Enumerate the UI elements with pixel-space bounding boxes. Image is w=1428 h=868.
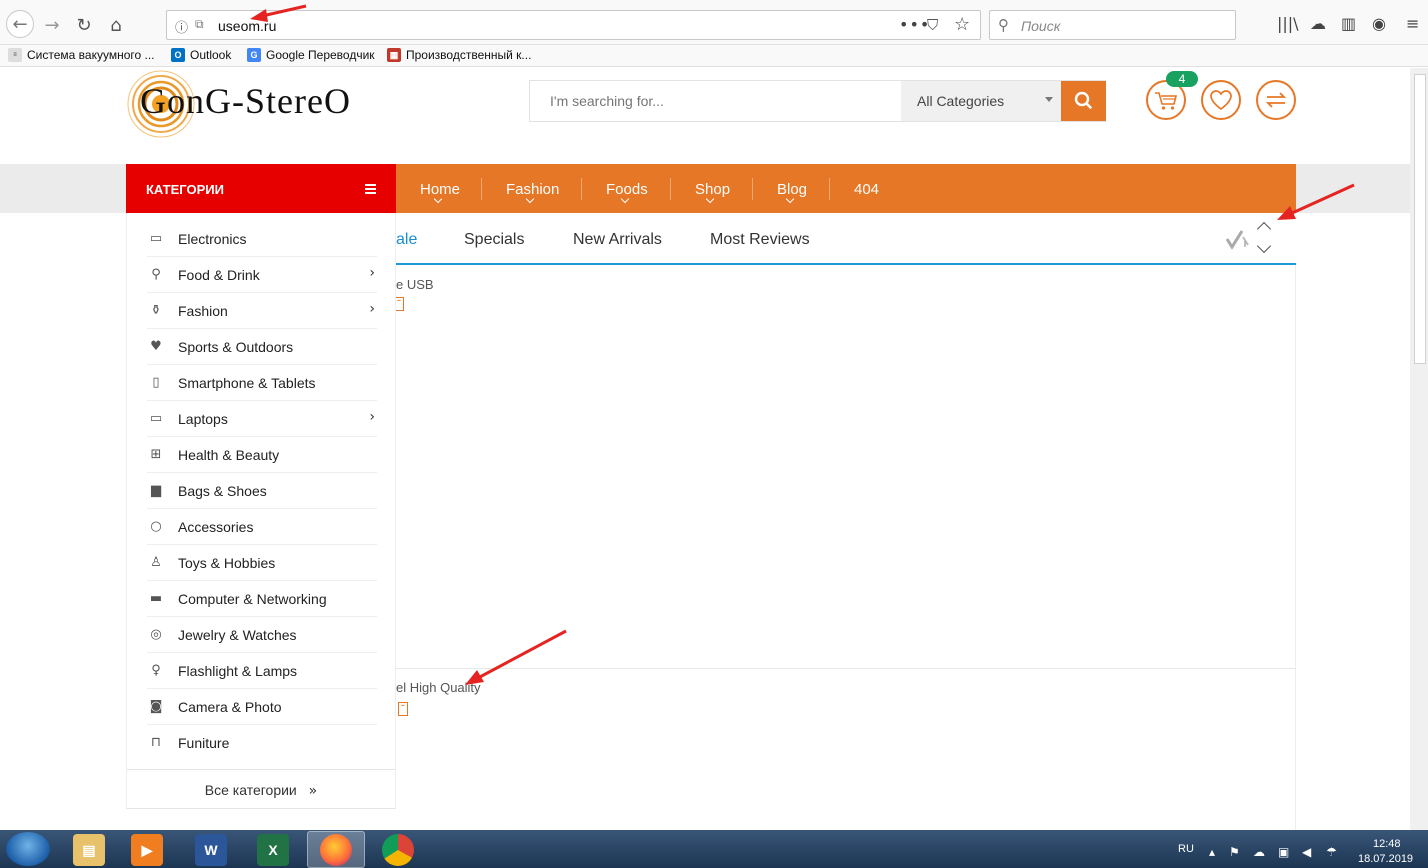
folder-icon: ▤ — [73, 834, 105, 866]
taskbar-word[interactable]: W — [182, 831, 240, 868]
taskbar-firefox[interactable] — [307, 831, 365, 868]
taskbar-explorer[interactable]: ▤ — [60, 831, 118, 868]
show-hidden-icons-icon[interactable]: ▴ — [1209, 845, 1215, 859]
firefox-icon — [320, 834, 352, 866]
chrome-icon — [382, 834, 414, 866]
sync-cloud-icon[interactable]: ☂ — [1326, 845, 1337, 859]
language-indicator[interactable]: RU — [1178, 843, 1194, 855]
clock-date[interactable]: 18.07.2019 — [1358, 853, 1413, 865]
red-arrow-icon — [250, 4, 307, 22]
word-icon: W — [195, 834, 227, 866]
action-center-flag-icon[interactable]: ⚑ — [1229, 845, 1240, 859]
red-arrow-icon — [465, 629, 567, 685]
media-player-icon: ▶ — [131, 834, 163, 866]
volume-icon[interactable]: ◀ — [1302, 845, 1311, 859]
taskbar-chrome[interactable] — [369, 831, 427, 868]
taskbar-excel[interactable]: X — [244, 831, 302, 868]
network-icon[interactable]: ▣ — [1278, 845, 1289, 859]
red-arrow-icon — [1277, 183, 1355, 220]
excel-icon: X — [257, 834, 289, 866]
onedrive-cloud-icon[interactable]: ☁ — [1253, 845, 1265, 859]
taskbar-media-player[interactable]: ▶ — [118, 831, 176, 868]
clock-time[interactable]: 12:48 — [1373, 838, 1401, 850]
annotation-arrows — [250, 4, 1355, 685]
start-button[interactable] — [6, 832, 50, 866]
